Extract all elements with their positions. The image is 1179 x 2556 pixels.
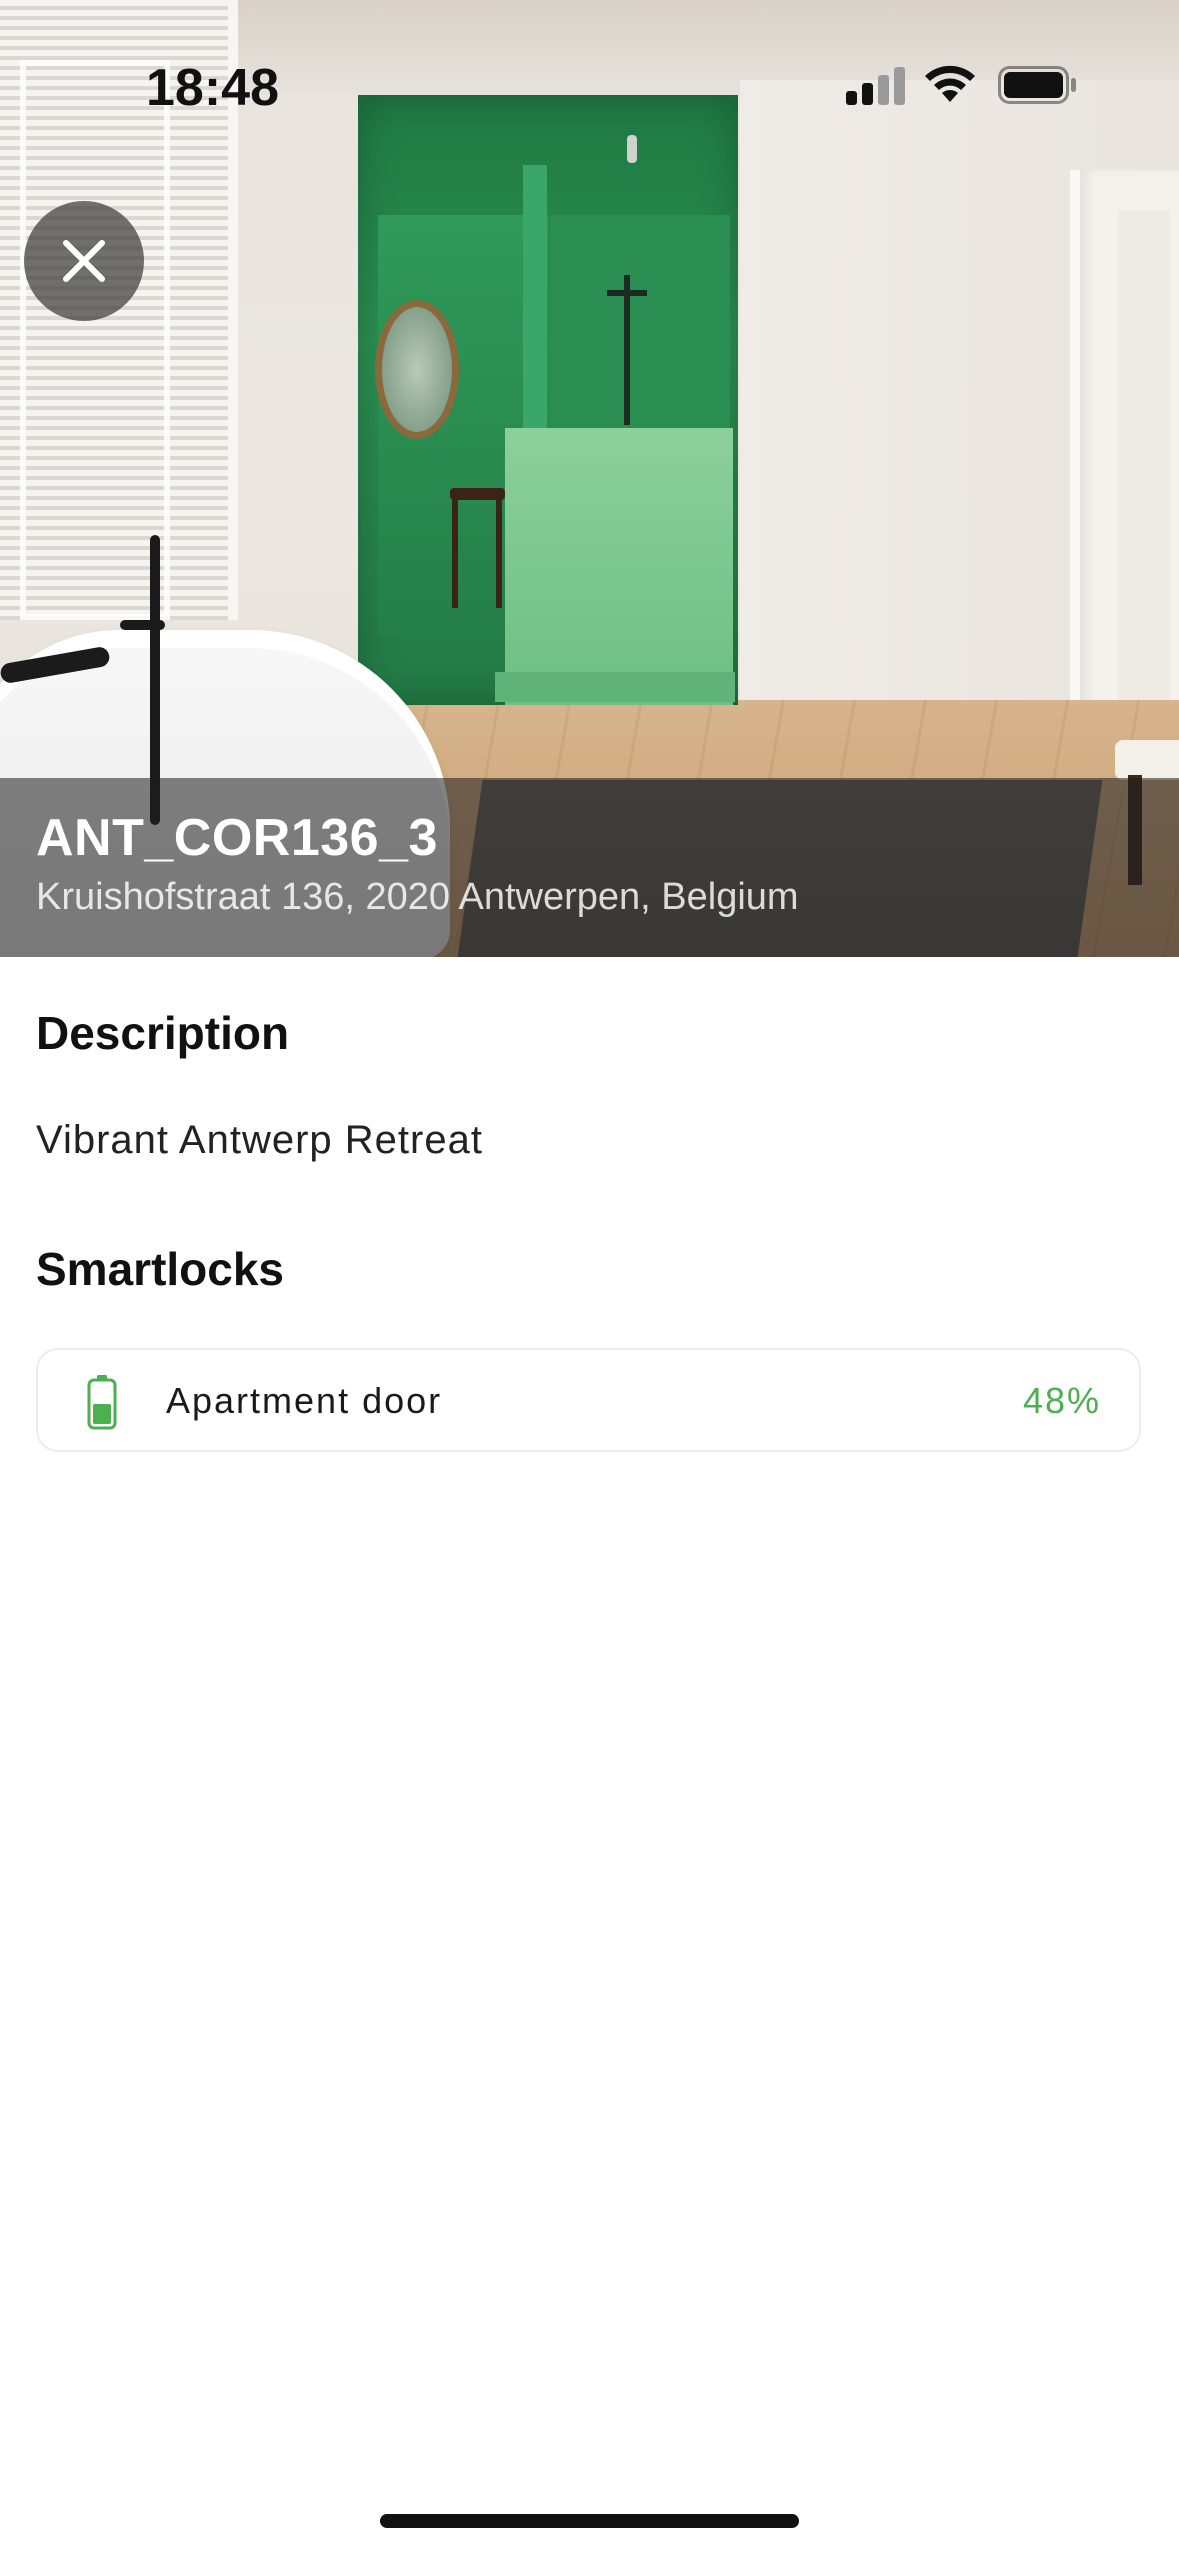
window-frame bbox=[20, 60, 170, 620]
battery-icon bbox=[998, 66, 1076, 104]
door-panel bbox=[1118, 210, 1170, 700]
chair-leg bbox=[496, 498, 502, 608]
ceiling-light bbox=[627, 135, 637, 163]
smartlock-battery-percent: 48% bbox=[1022, 1380, 1101, 1421]
cellular-signal-icon bbox=[846, 65, 910, 105]
battery-icon bbox=[87, 1375, 117, 1430]
description-text: Vibrant Antwerp Retreat bbox=[36, 1118, 483, 1162]
status-time: 18:48 bbox=[146, 59, 279, 117]
smartlock-item[interactable]: Apartment door 48% bbox=[36, 1348, 1141, 1452]
bench bbox=[1115, 740, 1179, 780]
green-half-wall-base bbox=[495, 672, 735, 702]
shower-pipe bbox=[624, 275, 630, 425]
green-column bbox=[523, 165, 547, 435]
faucet-spout bbox=[120, 620, 165, 630]
unit-address: Kruishofstraat 136, 2020 Antwerpen, Belg… bbox=[36, 876, 799, 918]
green-half-wall bbox=[505, 428, 733, 705]
close-icon bbox=[63, 240, 105, 282]
close-button[interactable] bbox=[24, 201, 144, 321]
shower-arm bbox=[607, 290, 647, 296]
smartlock-name: Apartment door bbox=[166, 1380, 443, 1421]
smartlocks-heading: Smartlocks bbox=[36, 1243, 285, 1295]
unit-title: ANT_COR136_3 bbox=[36, 809, 438, 867]
chair-leg bbox=[452, 498, 458, 608]
description-heading: Description bbox=[36, 1007, 290, 1059]
round-mirror bbox=[375, 300, 459, 439]
home-indicator[interactable] bbox=[380, 2514, 799, 2528]
wifi-icon bbox=[925, 65, 975, 102]
green-shower-wall bbox=[550, 215, 730, 455]
